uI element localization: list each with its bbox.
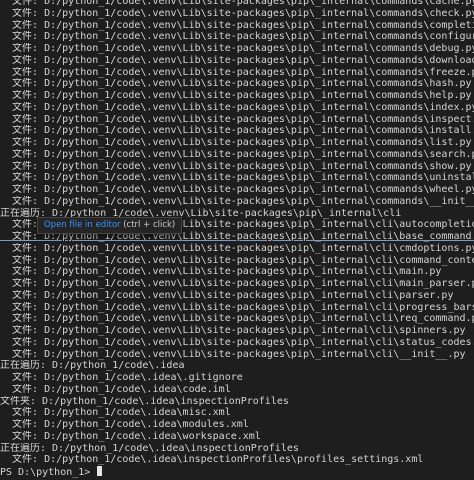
- terminal-line[interactable]: 文件: D:/python_1/code\.venv\Lib\site-pack…: [0, 102, 474, 114]
- terminal-line[interactable]: 文件: D:/python_1/code\.venv\Lib\site-pack…: [0, 78, 474, 90]
- terminal-line[interactable]: 文件: D:/python_1/code\.venv\Lib\site-pack…: [0, 90, 474, 102]
- terminal-line[interactable]: 正在遍历: D:/python_1/code\.idea: [0, 360, 474, 372]
- terminal-line[interactable]: 文件: D:/python_1/code\.venv\Lib\site-pack…: [0, 325, 474, 337]
- terminal-line[interactable]: 文件: D:/python_1/code\.venv\Lib\site-pack…: [0, 31, 474, 43]
- terminal-line[interactable]: 文件: D:/python_1/code\.venv\Lib\site-pack…: [0, 149, 474, 161]
- terminal-line[interactable]: 文件: D:/python_1/code\.venv\Lib\site-pack…: [0, 125, 474, 137]
- terminal-line[interactable]: 文件: D:/python_1/code\.idea\misc.xml: [0, 407, 474, 419]
- terminal-panel[interactable]: 文件: D:/python_1/code\.venv\Lib\site-pack…: [0, 0, 474, 480]
- open-file-in-editor-link[interactable]: Open file in editor: [44, 220, 121, 230]
- terminal-line[interactable]: 文件: D:/python_1/code\.venv\Lib\site-pack…: [0, 161, 474, 173]
- terminal-line[interactable]: 文件: D:/python_1/code\.venv\Lib\site-pack…: [0, 43, 474, 55]
- terminal-output: 文件: D:/python_1/code\.venv\Lib\site-pack…: [0, 0, 474, 478]
- terminal-line[interactable]: 正在遍历: D:/python_1/code\.idea\inspectionP…: [0, 443, 474, 455]
- ctrl-click-hint: (ctrl + click): [120, 220, 176, 230]
- terminal-line[interactable]: 文件: D:/python_1/code\.venv\Lib\site-pack…: [0, 67, 474, 79]
- terminal-line[interactable]: 文件: D:/python_1/code\.venv\Lib\site-pack…: [0, 55, 474, 67]
- terminal-line[interactable]: 文件: D:/python_1/code\.venv\Lib\site-pack…: [0, 172, 474, 184]
- terminal-line[interactable]: 文件夹: D:/python_1/code\.idea\inspectionPr…: [0, 396, 474, 408]
- terminal-line[interactable]: 文件: D:/python_1/code\.venv\Lib\site-pack…: [0, 0, 474, 8]
- terminal-line[interactable]: 文件: D:/python_1/code\.idea\inspectionPro…: [0, 454, 474, 466]
- terminal-line[interactable]: 文件: D:/python_1/code\.idea\modules.xml: [0, 419, 474, 431]
- terminal-line[interactable]: 文件: D:/python_1/code\.venv\Lib\site-pack…: [0, 349, 474, 361]
- terminal-line[interactable]: 文件: D:/python_1/code\.idea\.gitignore: [0, 372, 474, 384]
- terminal-line[interactable]: 文件: D:/python_1/code\.idea\code.iml: [0, 384, 474, 396]
- terminal-line[interactable]: 文件: D:/python_1/code\.venv\Lib\site-pack…: [0, 337, 474, 349]
- terminal-line[interactable]: 文件: D:/python_1/code\.venv\Lib\site-pack…: [0, 302, 474, 314]
- terminal-prompt-line[interactable]: PS D:\python_1>: [0, 466, 474, 478]
- terminal-line[interactable]: 文件: D:/python_1/code\.venv\Lib\site-pack…: [0, 137, 474, 149]
- terminal-line[interactable]: 文件: D:/python_1/code\.venv\Lib\site-pack…: [0, 278, 474, 290]
- terminal-line[interactable]: 文件: D:/python_1/code\.venv\Lib\site-pack…: [0, 196, 474, 208]
- text-cursor: [97, 466, 103, 476]
- terminal-line[interactable]: 文件: D:/python_1/code\.venv\Lib\site-pack…: [0, 290, 474, 302]
- terminal-line[interactable]: 文件: D:/python_1/code\.venv\Lib\site-pack…: [0, 114, 474, 126]
- terminal-line[interactable]: 文件: D:/python_1/code\.venv\Lib\site-pack…: [0, 266, 474, 278]
- terminal-line[interactable]: 文件: D:/python_1/code\.venv\Lib\site-pack…: [0, 243, 474, 255]
- terminal-line[interactable]: 文件: D:/python_1/code\.venv\Lib\site-pack…: [0, 184, 474, 196]
- link-hover-tooltip: Open file in editor (ctrl + click): [37, 217, 183, 234]
- terminal-line[interactable]: 文件: D:/python_1/code\.venv\Lib\site-pack…: [0, 20, 474, 32]
- terminal-line[interactable]: 文件: D:/python_1/code\.venv\Lib\site-pack…: [0, 255, 474, 267]
- terminal-line[interactable]: 文件: D:/python_1/code\.idea\workspace.xml: [0, 431, 474, 443]
- terminal-line[interactable]: 文件: D:/python_1/code\.venv\Lib\site-pack…: [0, 313, 474, 325]
- shell-prompt: PS D:\python_1>: [0, 467, 97, 478]
- terminal-line[interactable]: 文件: D:/python_1/code\.venv\Lib\site-pack…: [0, 8, 474, 20]
